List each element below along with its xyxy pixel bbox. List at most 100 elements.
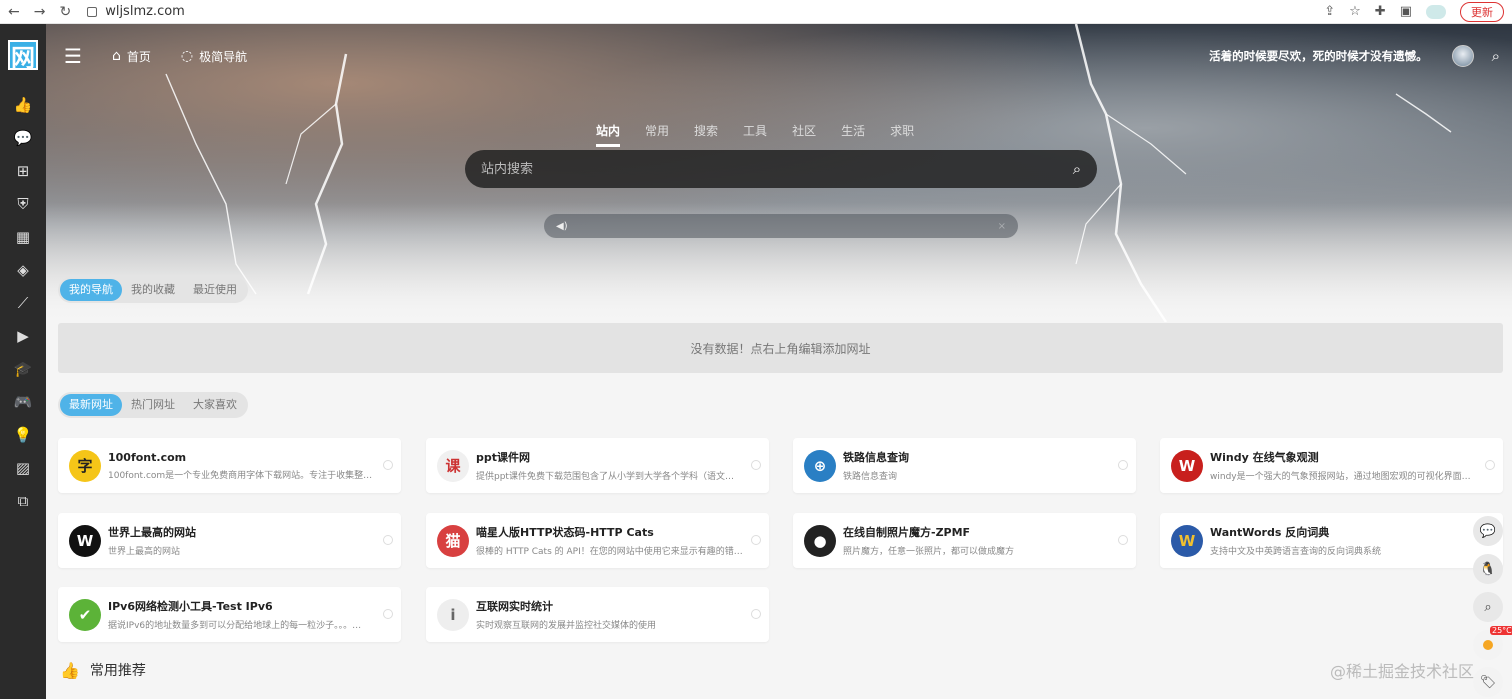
address-bar[interactable]: wljslmz.com	[87, 4, 185, 19]
image-icon[interactable]: ▨	[0, 451, 46, 484]
sidebar: 网 👍 💬 ⊞ ⛨ ▦ ◈ ⟋ ▶ 🎓 🎮 💡 ▨ ⧉	[0, 24, 46, 699]
arrow-icon[interactable]	[751, 535, 761, 545]
site-card[interactable]: W Windy 在线气象观测 windy是一个强大的气象预报网站，通过地图宏观的可…	[1160, 438, 1503, 493]
site-card[interactable]: 课 ppt课件网 提供ppt课件免费下载范围包含了从小学到大学各个学科（语文…	[426, 438, 769, 493]
grid-icon[interactable]: ⊞	[0, 154, 46, 187]
diamond-icon[interactable]: ◈	[0, 253, 46, 286]
section-title: 常用推荐	[89, 663, 146, 679]
hero-banner: ☰ ⌂ 首页 ◌ 极简导航 活着的时候要尽欢，死的时候才没有遗憾。 ⌕ 站内 常…	[46, 24, 1512, 322]
chat-icon[interactable]: 💬	[0, 121, 46, 154]
close-icon[interactable]: ×	[998, 221, 1006, 232]
tab-hot[interactable]: 热门网址	[122, 394, 184, 416]
gamepad-icon[interactable]: 🎮	[0, 385, 46, 418]
site-title: 在线自制照片魔方-ZPMF	[843, 526, 971, 539]
arrow-icon[interactable]	[1118, 460, 1128, 470]
section-heading: 👍 常用推荐	[60, 660, 146, 680]
forward-icon[interactable]: →	[34, 4, 46, 20]
announcement-bar: ◀) ×	[544, 214, 1018, 238]
tab-liked[interactable]: 大家喜欢	[184, 394, 246, 416]
arrow-icon[interactable]	[751, 609, 761, 619]
site-desc: windy是一个强大的气象预报网站，通过地图宏观的可视化界面…	[1210, 472, 1471, 482]
site-title: 互联网实时统计	[476, 600, 553, 613]
tab-jobs[interactable]: 求职	[890, 122, 914, 147]
home-icon: ⌂	[111, 48, 121, 64]
graduation-icon[interactable]: 🎓	[0, 352, 46, 385]
chart-icon[interactable]: ⟋	[0, 286, 46, 319]
tab-search[interactable]: 搜索	[694, 122, 718, 147]
wechat-icon[interactable]: 💬	[1473, 516, 1503, 546]
top-navbar: ☰ ⌂ 首页 ◌ 极简导航 活着的时候要尽欢，死的时候才没有遗憾。 ⌕	[46, 42, 1512, 70]
site-card[interactable]: ⊕ 铁路信息查询 铁路信息查询	[793, 438, 1136, 493]
empty-state: 没有数据！点右上角编辑添加网址	[58, 323, 1503, 373]
site-title: 铁路信息查询	[843, 451, 909, 464]
arrow-icon[interactable]	[1485, 460, 1495, 470]
arrow-icon[interactable]	[751, 460, 761, 470]
site-card[interactable]: ● 在线自制照片魔方-ZPMF 照片魔方，任意一张照片，都可以做成魔方	[793, 513, 1136, 568]
site-card[interactable]: W 世界上最高的网站 世界上最高的网站	[58, 513, 401, 568]
float-search-icon[interactable]: ⌕	[1473, 592, 1503, 622]
tab-community[interactable]: 社区	[792, 122, 816, 147]
watermark: @稀土掘金技术社区	[1330, 662, 1475, 681]
site-title: ppt课件网	[476, 451, 531, 464]
site-desc: 提供ppt课件免费下载范围包含了从小学到大学各个学科（语文…	[476, 472, 734, 482]
tag-icon[interactable]: 🏷	[1473, 667, 1503, 697]
site-icon: ⊕	[804, 449, 836, 482]
site-desc: 照片魔方，任意一张照片，都可以做成魔方	[843, 547, 1015, 557]
arrow-icon[interactable]	[383, 460, 393, 470]
extensions-icon[interactable]: ✚	[1375, 4, 1386, 19]
site-title: 世界上最高的网站	[108, 526, 196, 539]
site-card[interactable]: ✔ IPv6网络检测小工具-Test IPv6 据说IPv6的地址数量多到可以分配…	[58, 587, 401, 642]
tab-my-favorites[interactable]: 我的收藏	[122, 279, 184, 301]
lock-icon	[87, 6, 98, 17]
site-icon: W	[1171, 449, 1203, 482]
site-card[interactable]: i 互联网实时统计 实时观察互联网的发展并监控社交媒体的使用	[426, 587, 769, 642]
share-icon[interactable]: ⇪	[1324, 4, 1335, 19]
star-icon[interactable]: ☆	[1349, 4, 1361, 19]
sidepanel-icon[interactable]: ▣	[1400, 4, 1412, 19]
site-card[interactable]: 字 100font.com 100font.com是一个专业免费商用字体下载网站。…	[58, 438, 401, 493]
site-icon: 猫	[437, 524, 469, 557]
calendar-icon[interactable]: ▦	[0, 220, 46, 253]
copy-icon[interactable]: ⧉	[0, 484, 46, 517]
latest-tabs: 最新网址 热门网址 大家喜欢	[58, 392, 248, 418]
site-desc: 很棒的 HTTP Cats 的 API！在您的网站中使用它来显示有趣的错…	[476, 547, 743, 557]
update-button[interactable]: 更新	[1460, 1, 1504, 22]
back-icon[interactable]: ←	[8, 4, 20, 20]
site-desc: 100font.com是一个专业免费商用字体下载网站。专注于收集整…	[108, 470, 373, 481]
minimal-nav-link[interactable]: ◌ 极简导航	[181, 48, 247, 65]
search-input[interactable]	[465, 150, 1057, 188]
site-icon: ✔	[69, 598, 101, 631]
site-desc: 据说IPv6的地址数量多到可以分配给地球上的每一粒沙子。。。…	[108, 621, 362, 631]
tab-common[interactable]: 常用	[645, 122, 669, 147]
arrow-icon[interactable]	[383, 535, 393, 545]
slogan-text: 活着的时候要尽欢，死的时候才没有遗憾。	[1209, 49, 1428, 63]
play-icon[interactable]: ▶	[0, 319, 46, 352]
site-title: WantWords 反向词典	[1210, 526, 1330, 539]
site-card[interactable]: 猫 喵星人版HTTP状态码-HTTP Cats 很棒的 HTTP Cats 的 A…	[426, 513, 769, 568]
tab-site[interactable]: 站内	[596, 122, 621, 147]
search-submit-icon[interactable]: ⌕	[1057, 160, 1097, 178]
shield-icon[interactable]: ⛨	[0, 187, 46, 220]
qq-icon[interactable]: 🐧	[1473, 554, 1503, 584]
tab-latest[interactable]: 最新网址	[60, 394, 122, 416]
site-card[interactable]: W WantWords 反向词典 支持中文及中英跨语言查询的反向词典系统	[1160, 513, 1503, 568]
reload-icon[interactable]: ↻	[59, 4, 71, 20]
thumbs-up-icon[interactable]: 👍	[0, 88, 46, 121]
profile-icon[interactable]	[1426, 4, 1446, 19]
tab-tools[interactable]: 工具	[743, 122, 767, 147]
site-logo[interactable]: 网	[8, 40, 38, 72]
search-icon[interactable]: ⌕	[1492, 47, 1500, 65]
home-link[interactable]: ⌂ 首页	[112, 48, 151, 65]
tab-my-nav[interactable]: 我的导航	[60, 279, 122, 301]
avatar[interactable]	[1451, 45, 1474, 67]
tab-recent[interactable]: 最近使用	[184, 279, 246, 301]
bulb-icon[interactable]: 💡	[0, 418, 46, 451]
arrow-icon[interactable]	[1118, 535, 1128, 545]
site-icon: 字	[69, 449, 101, 482]
home-label: 首页	[126, 49, 151, 64]
arrow-icon[interactable]	[383, 609, 393, 619]
site-title: Windy 在线气象观测	[1210, 451, 1319, 464]
site-desc: 世界上最高的网站	[108, 547, 181, 557]
menu-icon[interactable]: ☰	[64, 44, 82, 68]
tab-life[interactable]: 生活	[841, 122, 865, 147]
